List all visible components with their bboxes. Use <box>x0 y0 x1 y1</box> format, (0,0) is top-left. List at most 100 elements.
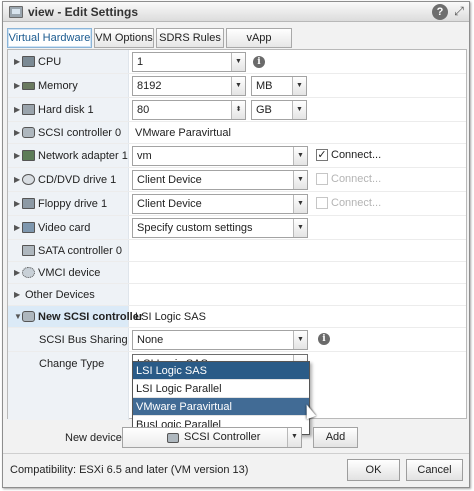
floppy-connect-label: Connect... <box>331 197 382 209</box>
tab-vm-options[interactable]: VM Options <box>94 28 154 48</box>
tab-virtual-hardware[interactable]: Virtual Hardware <box>7 28 92 48</box>
add-button[interactable]: Add <box>313 427 358 448</box>
new-device-select[interactable]: SCSI Controller ▼ <box>122 427 302 448</box>
tab-vapp-options[interactable]: vApp Options <box>226 28 292 62</box>
other-devices-label: Other Devices <box>25 289 95 301</box>
scsi-controller-icon <box>167 433 179 443</box>
network-connect-checkbox[interactable]: ✓ <box>316 149 328 161</box>
video-card-icon <box>22 222 35 233</box>
cd-dvd-row: ▶ CD/DVD drive 1 Client Device ▼ Connect… <box>8 168 466 192</box>
cd-dvd-label: CD/DVD drive 1 <box>38 174 117 186</box>
network-adapter-label: Network adapter 1 <box>38 150 128 162</box>
floppy-select[interactable]: Client Device ▼ <box>132 194 308 214</box>
chevron-down-icon[interactable]: ▼ <box>14 313 22 321</box>
video-card-row: ▶ Video card Specify custom settings ▼ <box>8 216 466 240</box>
memory-unit: MB <box>256 80 273 92</box>
hard-disk-icon <box>22 104 35 115</box>
help-icon[interactable]: ? <box>432 4 448 20</box>
option-lsi-logic-parallel[interactable]: LSI Logic Parallel <box>133 380 309 398</box>
chevron-down-icon[interactable]: ▼ <box>231 77 245 95</box>
network-adapter-row: ▶ Network adapter 1 vm ▼ ✓ Connect... <box>8 144 466 168</box>
chevron-down-icon[interactable]: ▼ <box>293 331 307 349</box>
vmci-device-label: VMCI device <box>38 267 101 279</box>
hard-disk-value: 80 <box>137 104 150 116</box>
memory-input[interactable]: 8192 ▼ <box>132 76 246 96</box>
cd-dvd-value: Client Device <box>137 174 202 186</box>
chevron-down-icon[interactable]: ▼ <box>231 53 245 71</box>
memory-unit-select[interactable]: MB ▼ <box>251 76 307 96</box>
ok-button[interactable]: OK <box>347 459 400 481</box>
chevron-right-icon[interactable]: ▶ <box>14 200 20 208</box>
network-value: vm <box>137 150 152 162</box>
chevron-right-icon[interactable]: ▶ <box>14 176 20 184</box>
chevron-down-icon[interactable]: ▼ <box>293 171 307 189</box>
sata-controller-row: SATA controller 0 <box>8 240 466 262</box>
cd-dvd-connect-checkbox[interactable] <box>316 173 328 185</box>
chevron-down-icon[interactable]: ▼ <box>293 219 307 237</box>
cpu-icon <box>22 56 35 67</box>
chevron-down-icon[interactable]: ▼ <box>292 77 306 95</box>
video-card-label: Video card <box>38 222 91 234</box>
scsi-controller-label: SCSI controller 0 <box>38 127 122 139</box>
hard-disk-row: ▶ Hard disk 1 80 ⬍ GB ▼ <box>8 98 466 122</box>
change-type-dropdown-list: LSI Logic SAS LSI Logic Parallel VMware … <box>132 361 310 435</box>
scsi-bus-sharing-value: None <box>137 334 164 346</box>
new-scsi-controller-label: New SCSI controller <box>38 311 144 323</box>
scsi-controller-icon <box>22 127 35 138</box>
hard-disk-input[interactable]: 80 ⬍ <box>132 100 246 120</box>
window-title: view - Edit Settings <box>28 5 139 19</box>
memory-icon <box>22 82 35 90</box>
cancel-button[interactable]: Cancel <box>406 459 463 481</box>
spinner-icon[interactable]: ⬍ <box>231 101 245 119</box>
option-lsi-logic-sas[interactable]: LSI Logic SAS <box>133 362 309 380</box>
memory-row: ▶ Memory 8192 ▼ MB ▼ <box>8 74 466 98</box>
tab-sdrs-rules[interactable]: SDRS Rules <box>156 28 224 48</box>
floppy-value: Client Device <box>137 198 202 210</box>
chevron-right-icon[interactable]: ▶ <box>14 129 20 137</box>
footer-divider <box>3 453 469 454</box>
info-icon[interactable]: i <box>318 333 330 345</box>
option-vmware-paravirtual[interactable]: VMware Paravirtual <box>133 398 309 416</box>
video-card-select[interactable]: Specify custom settings ▼ <box>132 218 308 238</box>
floppy-row: ▶ Floppy drive 1 Client Device ▼ Connect… <box>8 192 466 216</box>
video-card-value: Specify custom settings <box>137 222 253 234</box>
chevron-right-icon[interactable]: ▶ <box>14 291 20 299</box>
vmci-device-icon <box>22 267 35 278</box>
hard-disk-unit: GB <box>256 104 272 116</box>
scsi-bus-sharing-row: SCSI Bus Sharing None ▼ i <box>8 328 466 352</box>
chevron-right-icon[interactable]: ▶ <box>14 224 20 232</box>
floppy-connect-checkbox[interactable] <box>316 197 328 209</box>
sata-controller-label: SATA controller 0 <box>38 245 122 257</box>
memory-value: 8192 <box>137 80 162 92</box>
memory-label: Memory <box>38 80 78 92</box>
chevron-right-icon[interactable]: ▶ <box>14 269 20 277</box>
other-devices-row: ▶ Other Devices <box>8 284 466 306</box>
new-device-value: SCSI Controller <box>184 431 261 443</box>
chevron-down-icon[interactable]: ▼ <box>292 101 306 119</box>
vmci-device-row: ▶ VMCI device <box>8 262 466 284</box>
cpu-label: CPU <box>38 56 62 68</box>
cd-dvd-connect-label: Connect... <box>331 173 382 185</box>
chevron-right-icon[interactable]: ▶ <box>14 152 20 160</box>
scsi-controller-icon <box>22 311 35 322</box>
chevron-down-icon[interactable]: ▼ <box>293 147 307 165</box>
chevron-right-icon[interactable]: ▶ <box>14 58 20 66</box>
cd-dvd-select[interactable]: Client Device ▼ <box>132 170 308 190</box>
chevron-right-icon[interactable]: ▶ <box>14 82 20 90</box>
scsi-bus-sharing-select[interactable]: None ▼ <box>132 330 308 350</box>
chevron-right-icon[interactable]: ▶ <box>14 106 20 114</box>
cpu-select[interactable]: 1 ▼ <box>132 52 246 72</box>
floppy-icon <box>22 198 35 209</box>
hard-disk-unit-select[interactable]: GB ▼ <box>251 100 307 120</box>
chevron-down-icon[interactable]: ▼ <box>287 428 301 447</box>
scsi-controller-value: VMware Paravirtual <box>135 127 231 139</box>
scsi-bus-sharing-label: SCSI Bus Sharing <box>39 334 128 346</box>
info-icon[interactable]: i <box>253 56 265 68</box>
new-scsi-controller-value: LSI Logic SAS <box>135 311 206 323</box>
chevron-down-icon[interactable]: ▼ <box>293 195 307 213</box>
network-select[interactable]: vm ▼ <box>132 146 308 166</box>
scsi-controller-row: ▶ SCSI controller 0 VMware Paravirtual <box>8 122 466 144</box>
hard-disk-label: Hard disk 1 <box>38 104 94 116</box>
expand-icon[interactable]: ⤢ <box>452 4 466 19</box>
compatibility-text: Compatibility: ESXi 6.5 and later (VM ve… <box>10 464 249 476</box>
